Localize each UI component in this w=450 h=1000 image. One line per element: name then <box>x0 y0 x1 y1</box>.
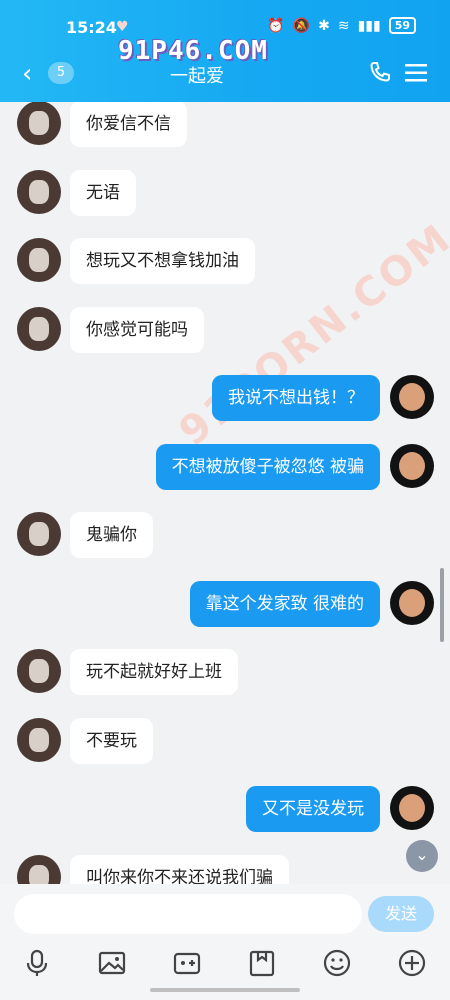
alarm-icon: ⏰ <box>267 17 285 34</box>
contact-avatar[interactable] <box>17 717 61 762</box>
received-message-bubble[interactable]: 想玩又不想拿钱加油 <box>70 238 255 284</box>
avatar-image <box>399 794 425 822</box>
received-message-bubble[interactable]: 不要玩 <box>70 717 153 764</box>
app-header: 15:24 ♥ ⏰ 🔕 ✱ ≋ ▮▮▮ 59 91P46.COM ‹ 5 一起爱 <box>0 0 450 102</box>
contact-avatar[interactable] <box>17 102 61 145</box>
avatar-image <box>29 248 49 272</box>
message-row: 你爱信不信 <box>0 102 450 151</box>
sent-message-bubble[interactable]: 我说不想出钱！？ <box>212 375 380 421</box>
back-button[interactable]: ‹ <box>22 61 32 87</box>
message-row: 叫你来你不来还说我们骗 <box>0 854 450 884</box>
avatar-image <box>29 864 49 884</box>
avatar-image <box>29 316 49 341</box>
received-message-bubble[interactable]: 叫你来你不来还说我们骗 <box>70 854 289 884</box>
avatar-image <box>29 179 49 204</box>
message-input[interactable] <box>14 894 362 934</box>
message-row: 靠这个发家致 很难的 <box>0 580 450 631</box>
contact-avatar[interactable] <box>17 854 61 884</box>
message-row: 不想被放傻子被忽悠 被骗 <box>0 443 450 494</box>
battery-icon: 59 <box>388 17 416 34</box>
message-row: 我说不想出钱！？ <box>0 375 450 425</box>
contact-avatar[interactable] <box>17 238 61 282</box>
message-row: 你感觉可能吗 <box>0 306 450 357</box>
status-icons: ⏰ 🔕 ✱ ≋ ▮▮▮ 59 <box>267 17 416 34</box>
scrollbar[interactable] <box>440 568 444 642</box>
chat-toolbar <box>0 946 450 1000</box>
avatar-image <box>29 522 49 546</box>
avatar-image <box>29 659 49 683</box>
my-avatar[interactable] <box>390 375 434 419</box>
received-message-bubble[interactable]: 玩不起就好好上班 <box>70 649 238 695</box>
image-icon[interactable] <box>95 946 129 980</box>
contact-avatar[interactable] <box>17 649 61 693</box>
contact-avatar[interactable] <box>17 512 61 556</box>
sent-message-bubble[interactable]: 不想被放傻子被忽悠 被骗 <box>155 443 380 490</box>
menu-icon[interactable] <box>404 62 428 84</box>
my-avatar[interactable] <box>390 786 434 830</box>
avatar-image <box>29 111 49 135</box>
plus-icon[interactable] <box>395 946 429 980</box>
unread-count-badge: 5 <box>48 62 74 84</box>
file-icon[interactable] <box>245 946 279 980</box>
received-message-bubble[interactable]: 你感觉可能吗 <box>70 306 204 353</box>
received-message-bubble[interactable]: 无语 <box>70 169 136 216</box>
message-row: 不要玩 <box>0 717 450 768</box>
message-list[interactable]: 91PORN.COM 你爱信不信 无语 想玩又不想拿钱加油 你感觉可能吗 我说不想出钱！… <box>0 102 450 884</box>
status-time: 15:24 <box>66 18 117 37</box>
heart-icon: ♥ <box>116 19 129 35</box>
signal-icon: ▮▮▮ <box>357 17 381 34</box>
message-row: 又不是没发玩 <box>0 786 450 836</box>
message-row: 想玩又不想拿钱加油 <box>0 238 450 288</box>
message-row: 玩不起就好好上班 <box>0 649 450 699</box>
send-button[interactable]: 发送 <box>368 896 434 932</box>
avatar-image <box>29 727 49 752</box>
received-message-bubble[interactable]: 鬼骗你 <box>70 512 153 558</box>
my-avatar[interactable] <box>390 443 434 488</box>
scroll-down-button[interactable]: ⌄ <box>406 840 438 872</box>
message-row: 鬼骗你 <box>0 512 450 562</box>
sent-message-bubble[interactable]: 又不是没发玩 <box>246 786 380 832</box>
avatar-image <box>399 451 425 480</box>
received-message-bubble[interactable]: 你爱信不信 <box>70 102 187 147</box>
bluetooth-icon: ✱ <box>318 17 330 34</box>
sent-message-bubble[interactable]: 靠这个发家致 很难的 <box>189 580 380 627</box>
bell-off-icon: 🔕 <box>292 17 311 34</box>
input-bar: 发送 <box>0 884 450 946</box>
microphone-icon[interactable] <box>20 946 54 980</box>
contact-avatar[interactable] <box>17 169 61 214</box>
camera-icon[interactable] <box>170 946 204 980</box>
avatar-image <box>399 588 425 617</box>
wifi-icon: ≋ <box>337 17 350 34</box>
message-row: 无语 <box>0 169 450 220</box>
phone-icon[interactable] <box>368 60 392 84</box>
my-avatar[interactable] <box>390 580 434 625</box>
chat-title: 一起爱 <box>170 66 224 87</box>
home-indicator[interactable] <box>150 988 300 992</box>
emoji-icon[interactable] <box>320 946 354 980</box>
avatar-image <box>399 383 425 411</box>
contact-avatar[interactable] <box>17 306 61 351</box>
